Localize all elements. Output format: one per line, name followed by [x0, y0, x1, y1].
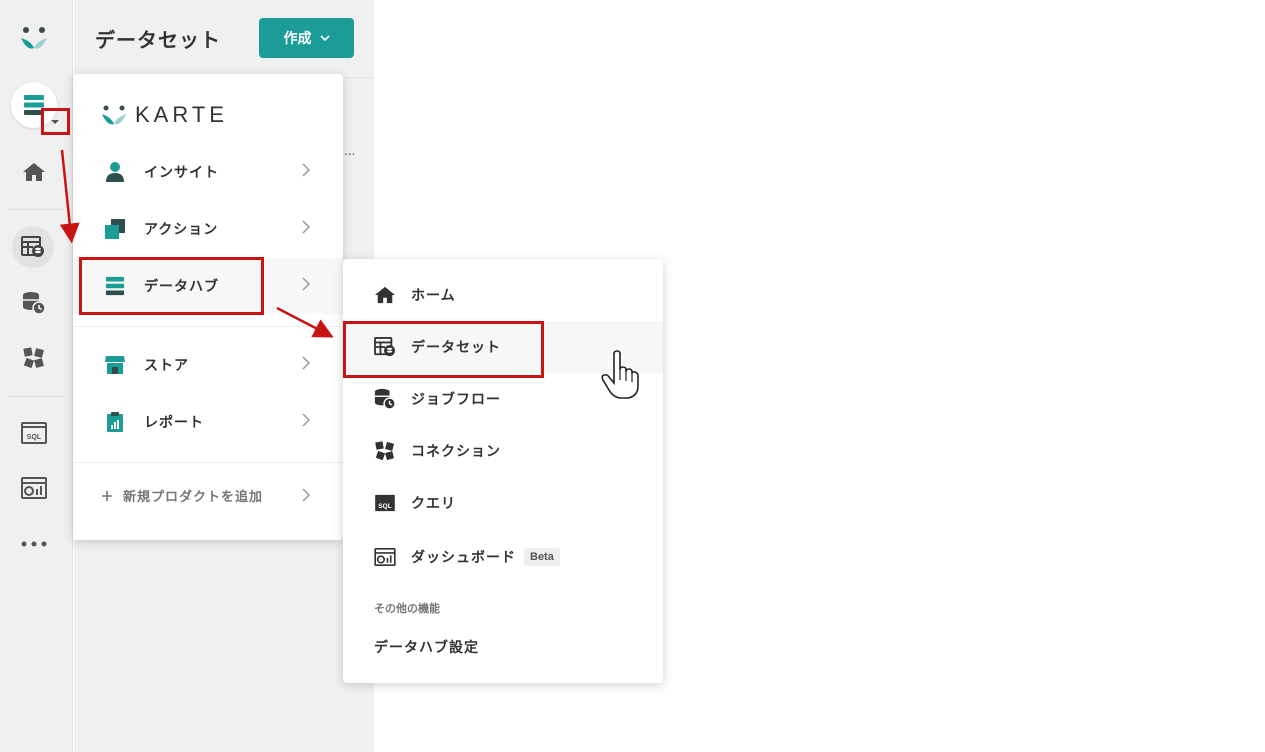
dataset-icon — [21, 236, 44, 257]
add-product-label: 新規プロダクトを追加 — [123, 490, 264, 505]
datahub-item-query[interactable]: SQL クエリ — [343, 477, 663, 529]
rail-dashboard[interactable] — [14, 468, 54, 508]
svg-text:SQL: SQL — [27, 434, 42, 441]
sql-icon: SQL — [373, 491, 397, 515]
sql-icon: SQL — [21, 422, 47, 444]
home-icon — [23, 163, 45, 181]
chevron-down-icon — [319, 35, 330, 41]
menu-divider — [73, 462, 343, 463]
datahub-item-connection[interactable]: コネクション — [343, 425, 663, 477]
svg-text:SQL: SQL — [378, 503, 391, 510]
clipboard-chart-icon — [103, 410, 127, 434]
product-item-insight[interactable]: インサイト — [73, 144, 343, 200]
connection-icon — [23, 347, 44, 369]
product-item-store[interactable]: ストア — [73, 337, 343, 393]
annotation-highlight-caret — [41, 108, 70, 135]
plus-icon — [102, 490, 112, 501]
chevron-right-icon — [302, 488, 310, 502]
datahub-item-dashboard[interactable]: ダッシュボード Beta — [343, 531, 663, 583]
hand-cursor-icon — [601, 350, 639, 399]
create-button-label: 作成 — [283, 30, 312, 46]
connection-icon — [373, 439, 397, 463]
product-item-report[interactable]: レポート — [73, 394, 343, 450]
datahub-item-label: ホーム — [411, 288, 456, 304]
chevron-right-icon — [302, 277, 310, 291]
datahub-item-label: ジョブフロー — [411, 392, 501, 408]
page-title: データセット — [95, 28, 221, 52]
karte-logo-icon[interactable] — [14, 18, 54, 58]
datahub-item-label: コネクション — [411, 444, 501, 460]
annotation-highlight-dataset — [343, 321, 544, 378]
rail-more[interactable] — [14, 524, 54, 564]
product-item-label: ストア — [144, 358, 189, 374]
datahub-item-home[interactable]: ホーム — [343, 269, 663, 321]
chevron-right-icon — [302, 356, 310, 370]
beta-badge: Beta — [524, 548, 560, 566]
layers-icon — [103, 217, 127, 241]
product-item-label: レポート — [144, 415, 204, 431]
more-dots-icon — [21, 541, 47, 547]
chevron-right-icon — [302, 220, 310, 234]
product-item-label: インサイト — [144, 165, 219, 181]
jobflow-icon — [373, 387, 397, 411]
rail-connection[interactable] — [14, 338, 54, 378]
product-item-label: アクション — [144, 222, 219, 238]
karte-logo-icon — [102, 105, 126, 125]
add-product-button[interactable]: 新規プロダクトを追加 — [101, 486, 310, 505]
dashboard-icon — [21, 477, 47, 499]
annotation-highlight-datahub — [79, 257, 264, 315]
datahub-item-label: ダッシュボード — [411, 550, 516, 566]
dashboard-icon — [373, 545, 397, 569]
datahub-item-label: クエリ — [411, 496, 456, 512]
rail-jobflow[interactable] — [14, 283, 54, 323]
person-icon — [103, 160, 127, 184]
product-item-action[interactable]: アクション — [73, 201, 343, 257]
jobflow-icon — [23, 292, 46, 315]
create-button[interactable]: 作成 — [259, 18, 354, 58]
rail-divider — [8, 396, 64, 397]
karte-logo: KARTE — [101, 102, 228, 128]
datahub-settings-link[interactable]: データハブ設定 — [374, 637, 479, 657]
other-features-heading: その他の機能 — [374, 602, 440, 615]
store-icon — [103, 353, 127, 377]
ellipsis-icon: ... — [344, 144, 356, 158]
chevron-right-icon — [302, 413, 310, 427]
home-icon — [373, 283, 397, 307]
rail-home[interactable] — [14, 152, 54, 192]
menu-divider — [73, 326, 343, 327]
rail-query[interactable]: SQL — [14, 413, 54, 453]
rail-divider — [8, 209, 64, 210]
rail-dataset[interactable] — [12, 226, 54, 268]
chevron-right-icon — [302, 163, 310, 177]
logo-text: KARTE — [135, 102, 228, 127]
app-root: SQL データセット 作成 ... KARTE インサイト アクション データハ… — [0, 0, 1265, 752]
